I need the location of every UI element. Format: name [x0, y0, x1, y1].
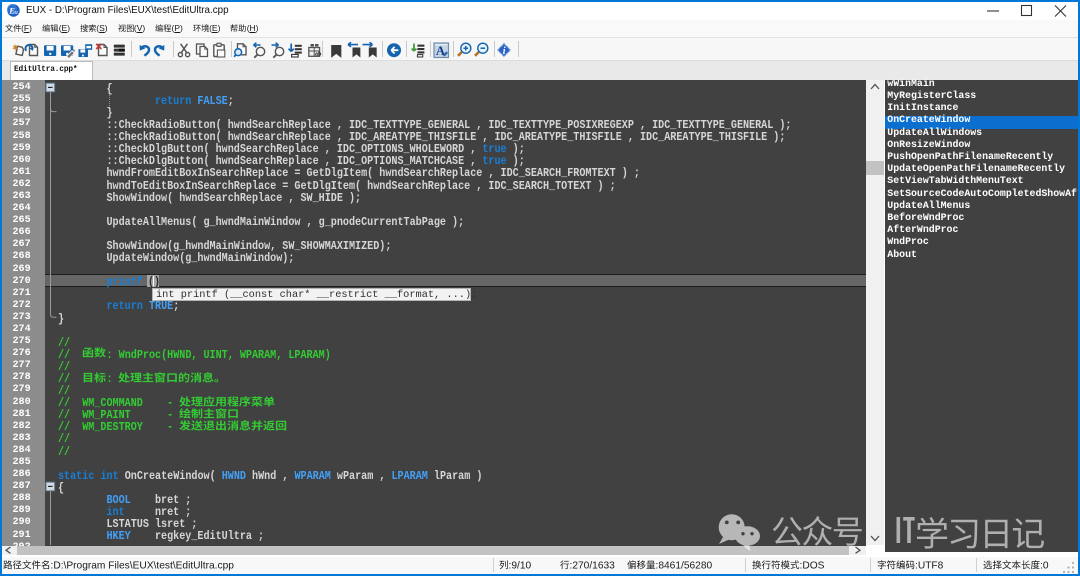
svg-text:i: i: [503, 46, 506, 57]
svg-text:ab: ab: [315, 52, 322, 58]
